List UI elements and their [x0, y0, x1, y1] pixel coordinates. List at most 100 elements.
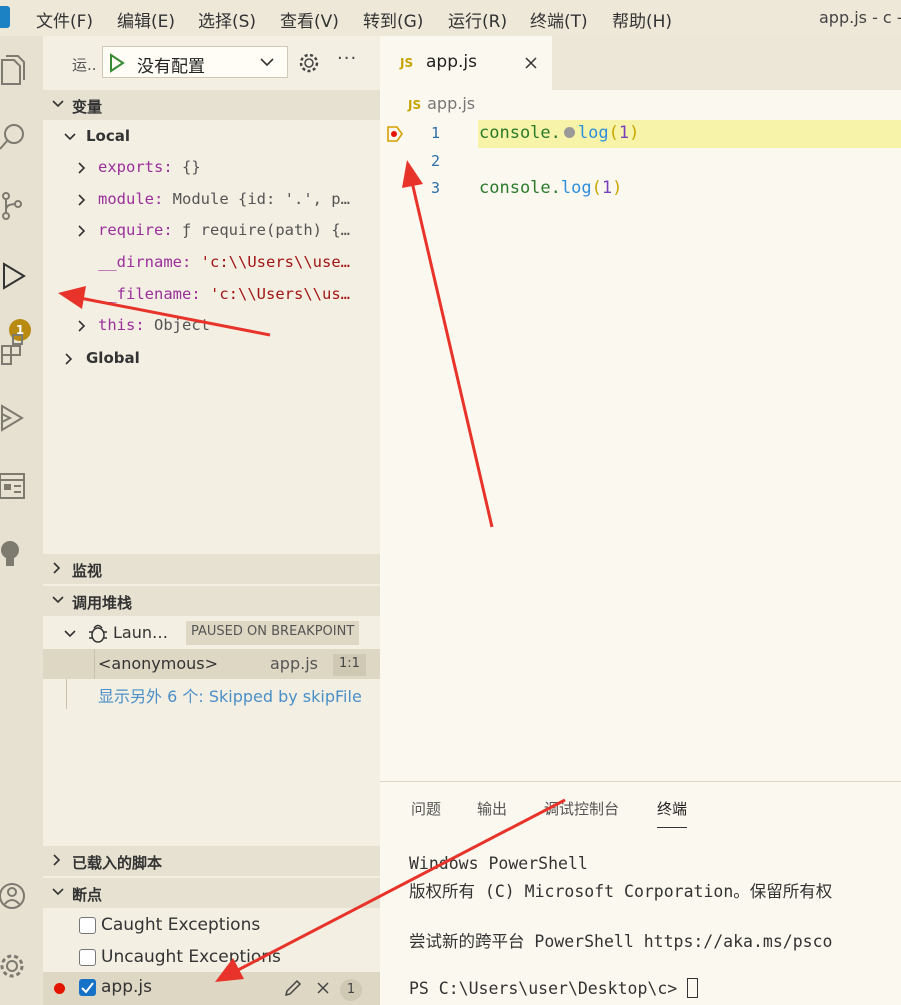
menu-selection[interactable]: 选择(S) [198, 7, 256, 32]
gear-icon[interactable] [298, 52, 320, 74]
chevron-down-icon [260, 58, 274, 67]
tab-strip: JS app.js [380, 36, 901, 90]
callstack-section-header[interactable]: 调用堆栈 [43, 586, 380, 616]
extensions-icon[interactable] [0, 332, 28, 368]
variable-row[interactable]: module: Module {id: '.', p… [43, 185, 380, 215]
chevron-down-icon [64, 630, 76, 638]
breakpoint-file-label: app.js [101, 977, 152, 997]
menu-help[interactable]: 帮助(H) [612, 7, 672, 32]
files-icon[interactable] [0, 52, 28, 88]
tab-problems[interactable]: 问题 [411, 798, 441, 819]
launch-config-value: 没有配置 [137, 57, 205, 77]
loaded-scripts-section-title: 已载入的脚本 [72, 854, 163, 872]
variable-value: ƒ require(path) {… [182, 221, 350, 239]
breakpoint-caught-exceptions[interactable]: Caught Exceptions [43, 910, 380, 942]
breakpoints-section-title: 断点 [72, 886, 103, 904]
vscode-logo-icon [0, 6, 10, 28]
run-view-title: 运.. [72, 56, 97, 74]
tab-terminal[interactable]: 终端 [657, 798, 688, 828]
chevron-right-icon [53, 854, 61, 866]
lightbulb-icon[interactable] [0, 536, 28, 572]
more-actions-icon[interactable]: ··· [337, 48, 357, 69]
chevron-right-icon [78, 320, 86, 332]
variable-name: __dirname [98, 253, 182, 271]
terminal-cursor [687, 978, 699, 998]
bottom-panel: 问题 输出 调试控制台 终端 Windows PowerShell 版权所有 (… [380, 781, 901, 1005]
menu-file[interactable]: 文件(F) [36, 7, 93, 32]
paused-breakpoint-icon[interactable] [386, 125, 404, 143]
chevron-down-icon [64, 133, 76, 141]
js-file-icon: JS [400, 56, 414, 70]
variable-value: {} [182, 158, 201, 176]
caught-exceptions-checkbox[interactable] [79, 917, 96, 934]
uncaught-exceptions-checkbox[interactable] [79, 949, 96, 966]
breakpoint-count-badge: 1 [340, 979, 362, 1001]
variable-row[interactable]: this: Object [43, 311, 380, 341]
settings-gear-icon[interactable] [0, 948, 28, 984]
breakpoint-label: Uncaught Exceptions [101, 947, 281, 967]
chevron-right-icon [65, 353, 73, 365]
variable-name: this [98, 316, 136, 334]
preview-icon[interactable] [0, 468, 28, 504]
tab-debug-console[interactable]: 调试控制台 [544, 798, 619, 819]
paused-status-badge: PAUSED ON BREAKPOINT [186, 621, 360, 645]
variable-value: 'c:\\Users\\us… [210, 285, 350, 303]
stack-frame-name: <anonymous> [98, 654, 219, 673]
loaded-scripts-section-header[interactable]: 已载入的脚本 [43, 846, 380, 876]
menu-run[interactable]: 运行(R) [448, 7, 507, 32]
variable-row[interactable]: __filename: 'c:\\Users\\us… [43, 280, 380, 310]
code-text: console.log(1) [479, 178, 623, 198]
search-icon[interactable] [0, 118, 28, 154]
variable-row[interactable]: require: ƒ require(path) {… [43, 216, 380, 246]
code-line-2[interactable]: 2 [380, 148, 901, 176]
breakpoints-section-header[interactable]: 断点 [43, 878, 380, 908]
skipped-frames-link[interactable]: 显示另外 6 个: Skipped by skipFile [98, 683, 362, 707]
menu-edit[interactable]: 编辑(E) [117, 7, 175, 32]
breakpoint-uncaught-exceptions[interactable]: Uncaught Exceptions [43, 942, 380, 974]
inline-breakpoint-dot-icon[interactable] [563, 127, 575, 138]
line-number: 1 [430, 124, 440, 142]
debug-session-label: Laun… [113, 623, 168, 642]
breakpoint-file-checkbox[interactable] [79, 979, 96, 996]
tab-label: app.js [426, 52, 477, 72]
chevron-right-icon [78, 194, 86, 206]
account-icon[interactable] [0, 878, 28, 914]
code-line-3[interactable]: 3 console.log(1) [380, 175, 901, 203]
close-icon[interactable] [524, 56, 538, 70]
scope-local[interactable]: Local [43, 122, 380, 152]
breakpoint-label: Caught Exceptions [101, 915, 261, 935]
skipped-frames-row[interactable]: 显示另外 6 个: Skipped by skipFile [43, 679, 380, 709]
variable-value: Module {id: '.', p… [172, 190, 350, 208]
menu-terminal[interactable]: 终端(T) [530, 7, 588, 32]
tab-output[interactable]: 输出 [477, 798, 507, 819]
code-text: console.log(1) [479, 123, 640, 143]
remote-icon[interactable] [0, 400, 28, 436]
editor-group: JS app.js JS app.js 1 console. log(1) 2 3 … [380, 36, 901, 781]
variable-value: Object [154, 316, 210, 334]
start-debugging-icon[interactable] [109, 53, 125, 73]
terminal-prompt[interactable]: PS C:\Users\user\Desktop\c> [409, 978, 699, 998]
variable-row[interactable]: exports: {} [43, 153, 380, 183]
breadcrumb[interactable]: JS app.js [408, 94, 475, 113]
variable-row[interactable]: __dirname: 'c:\\Users\\use… [43, 248, 380, 278]
source-control-icon[interactable] [0, 188, 28, 224]
variable-name: __filename [98, 285, 192, 303]
watch-section-header[interactable]: 监视 [43, 554, 380, 584]
edit-pencil-icon[interactable] [283, 978, 303, 998]
line-number: 3 [430, 179, 440, 197]
debug-session-row[interactable]: Laun… PAUSED ON BREAKPOINT [43, 617, 380, 649]
tab-app-js[interactable]: JS app.js [380, 36, 552, 90]
launch-config-select[interactable]: 没有配置 [102, 46, 288, 78]
run-debug-icon[interactable] [0, 258, 28, 294]
scope-global[interactable]: Global [43, 344, 380, 374]
terminal-line: Windows PowerShell [409, 854, 588, 873]
code-line-1[interactable]: 1 console. log(1) [380, 120, 901, 148]
breakpoint-dot-icon [54, 983, 65, 994]
stack-frame-row[interactable]: <anonymous> app.js 1:1 [43, 649, 380, 679]
menu-view[interactable]: 查看(V) [280, 7, 339, 32]
remove-icon[interactable] [315, 980, 331, 996]
breakpoint-file-row[interactable]: app.js 1 [43, 972, 380, 1005]
menu-go[interactable]: 转到(G) [363, 7, 423, 32]
watch-section-title: 监视 [72, 562, 103, 580]
variables-section-header[interactable]: 变量 [43, 90, 380, 120]
